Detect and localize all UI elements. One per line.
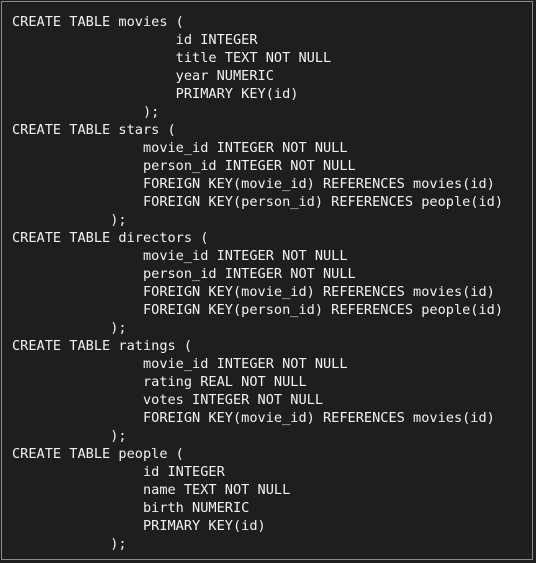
code-line: ); bbox=[12, 536, 127, 552]
code-line: FOREIGN KEY(movie_id) REFERENCES movies(… bbox=[12, 284, 495, 300]
code-line: person_id INTEGER NOT NULL bbox=[12, 266, 356, 282]
sql-schema-code: CREATE TABLE movies ( id INTEGER title T… bbox=[12, 13, 503, 553]
code-line: movie_id INTEGER NOT NULL bbox=[12, 248, 348, 264]
code-line: FOREIGN KEY(movie_id) REFERENCES movies(… bbox=[12, 176, 495, 192]
code-line: id INTEGER bbox=[12, 464, 225, 480]
code-line: ); bbox=[12, 104, 160, 120]
code-panel: CREATE TABLE movies ( id INTEGER title T… bbox=[1, 1, 533, 560]
code-line: CREATE TABLE stars ( bbox=[12, 122, 176, 138]
code-line: CREATE TABLE movies ( bbox=[12, 14, 184, 30]
code-line: birth NUMERIC bbox=[12, 500, 250, 516]
code-line: movie_id INTEGER NOT NULL bbox=[12, 140, 348, 156]
code-line: ); bbox=[12, 212, 127, 228]
code-line: CREATE TABLE people ( bbox=[12, 446, 184, 462]
code-line: votes INTEGER NOT NULL bbox=[12, 392, 323, 408]
code-line: FOREIGN KEY(movie_id) REFERENCES movies(… bbox=[12, 410, 495, 426]
code-line: CREATE TABLE ratings ( bbox=[12, 338, 193, 354]
code-line: PRIMARY KEY(id) bbox=[12, 86, 299, 102]
code-line: movie_id INTEGER NOT NULL bbox=[12, 356, 348, 372]
code-line: rating REAL NOT NULL bbox=[12, 374, 307, 390]
code-line: year NUMERIC bbox=[12, 68, 274, 84]
code-line: ); bbox=[12, 428, 127, 444]
code-line: title TEXT NOT NULL bbox=[12, 50, 332, 66]
code-line: person_id INTEGER NOT NULL bbox=[12, 158, 356, 174]
code-line: PRIMARY KEY(id) bbox=[12, 518, 266, 534]
code-line: FOREIGN KEY(person_id) REFERENCES people… bbox=[12, 194, 504, 210]
code-line: FOREIGN KEY(person_id) REFERENCES people… bbox=[12, 302, 504, 318]
code-line: id INTEGER bbox=[12, 32, 258, 48]
code-line: name TEXT NOT NULL bbox=[12, 482, 291, 498]
code-line: ); bbox=[12, 320, 127, 336]
code-line: CREATE TABLE directors ( bbox=[12, 230, 209, 246]
